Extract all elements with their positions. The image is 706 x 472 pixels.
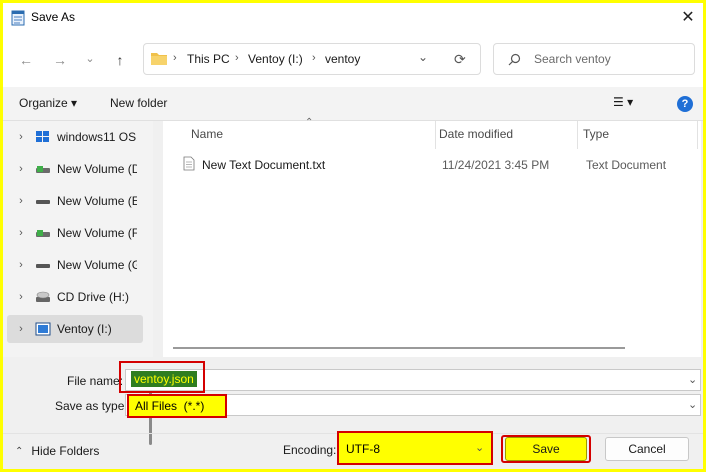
sort-indicator-icon: ⌃ xyxy=(305,117,314,128)
column-header-date-modified[interactable]: Date modified xyxy=(439,127,513,141)
arrow-up-icon: ↑ xyxy=(116,52,124,68)
nav-item-label: windows11 OS xyxy=(57,130,137,144)
chevron-up-icon: ⌃ xyxy=(15,445,24,457)
volume-icon xyxy=(36,230,50,237)
address-bar[interactable]: › This PC › Ventoy (I:) › ventoy ⌄ ⟳ xyxy=(143,43,481,75)
file-name-label: File name: xyxy=(67,374,124,388)
nav-item-ventoy-i[interactable]: › Ventoy (I:) xyxy=(7,315,143,343)
column-divider[interactable] xyxy=(435,121,436,149)
volume-icon xyxy=(36,264,50,268)
nav-item-label: Ventoy (I:) xyxy=(57,322,112,336)
breadcrumb-ventoy-drive[interactable]: Ventoy (I:) xyxy=(248,52,303,66)
nav-item-label: New Volume (G:) xyxy=(57,258,137,272)
forward-button[interactable]: → xyxy=(49,49,71,71)
windows-drive-icon xyxy=(36,131,49,142)
search-placeholder: Search ventoy xyxy=(534,52,611,66)
file-date-cell: 11/24/2021 3:45 PM xyxy=(442,158,550,172)
hide-folders-toggle[interactable]: ⌃ Hide Folders xyxy=(15,444,99,458)
breadcrumb-this-pc[interactable]: This PC xyxy=(187,52,230,66)
back-button[interactable]: ← xyxy=(15,49,37,71)
save-as-type-label: Save as type: xyxy=(55,399,128,413)
chevron-right-icon[interactable]: › xyxy=(7,131,35,143)
nav-item-label: New Volume (F:) xyxy=(57,226,137,240)
save-as-type-value[interactable]: All Files (*.*) xyxy=(135,399,204,413)
nav-item-label: CD Drive (H:) xyxy=(57,290,129,304)
address-dropdown-icon[interactable]: ⌄ xyxy=(418,50,428,64)
column-header-type[interactable]: Type xyxy=(583,127,609,141)
notepad-icon xyxy=(11,10,25,26)
help-button[interactable]: ? xyxy=(677,96,693,112)
close-icon: ✕ xyxy=(681,9,695,26)
chevron-down-icon: ⌄ xyxy=(85,52,95,65)
file-type-cell: Text Document xyxy=(586,158,667,172)
save-as-type-highlight: All Files (*.*) xyxy=(127,394,227,418)
search-box[interactable]: Search ventoy xyxy=(493,43,695,75)
text-file-icon xyxy=(183,156,195,171)
column-divider[interactable] xyxy=(697,121,698,149)
folder-icon xyxy=(151,53,167,65)
nav-item-volume-e[interactable]: › New Volume (E:) xyxy=(7,187,143,215)
navigation-pane: › windows11 OS › New Volume (D:) › New V… xyxy=(3,121,153,445)
breadcrumb-separator: › xyxy=(235,52,239,64)
encoding-combobox[interactable]: UTF-8 ⌄ xyxy=(337,431,493,465)
encoding-value: UTF-8 xyxy=(346,442,380,456)
refresh-icon[interactable]: ⟳ xyxy=(454,51,466,68)
chevron-right-icon[interactable]: › xyxy=(7,227,35,239)
up-button[interactable]: ↑ xyxy=(109,49,131,71)
volume-icon xyxy=(36,200,50,204)
save-button[interactable]: Save xyxy=(505,437,587,461)
title-bar: Save As ✕ xyxy=(3,3,703,33)
address-row: ← → ⌄ ↑ › This PC › Ventoy (I:) › ventoy… xyxy=(3,33,703,87)
chevron-down-icon: ⌄ xyxy=(475,442,485,454)
chevron-down-icon[interactable]: ⌄ xyxy=(688,373,697,386)
column-header-name[interactable]: Name xyxy=(191,127,223,141)
nav-item-windows11-os[interactable]: › windows11 OS xyxy=(7,123,143,151)
file-name-combobox[interactable]: ⌄ xyxy=(125,369,701,391)
breadcrumb-ventoy-folder[interactable]: ventoy xyxy=(325,52,360,66)
file-list: ⌃ Name Date modified Type New Text Docum… xyxy=(163,117,701,357)
chevron-right-icon[interactable]: › xyxy=(7,195,35,207)
cancel-button[interactable]: Cancel xyxy=(605,437,689,461)
chevron-down-icon[interactable]: ⌄ xyxy=(688,398,697,411)
arrow-right-icon: → xyxy=(53,52,67,68)
close-button[interactable]: ✕ xyxy=(675,5,701,29)
nav-item-volume-f[interactable]: › New Volume (F:) xyxy=(7,219,143,247)
nav-item-label: New Volume (D:) xyxy=(57,162,137,176)
command-bar: Organize ▾ New folder ☰ ▾ ? xyxy=(3,87,703,121)
search-icon xyxy=(508,53,521,66)
save-as-dialog: Save As ✕ ← → ⌄ ↑ › This PC › Ventoy (I:… xyxy=(0,0,706,472)
file-name-input[interactable]: ventoy.json xyxy=(131,371,197,387)
usb-drive-icon xyxy=(35,322,51,336)
encoding-label: Encoding: xyxy=(283,443,337,457)
save-button-label: Save xyxy=(532,442,560,456)
chevron-right-icon[interactable]: › xyxy=(7,163,35,175)
chevron-right-icon[interactable]: › xyxy=(7,259,35,271)
new-folder-button[interactable]: New folder xyxy=(110,96,167,110)
cd-drive-icon xyxy=(36,291,50,302)
window-title: Save As xyxy=(31,10,76,24)
view-options-icon[interactable]: ☰ ▾ xyxy=(613,95,633,109)
hide-folders-label: Hide Folders xyxy=(31,444,100,458)
volume-icon xyxy=(36,166,50,173)
file-name-cell[interactable]: New Text Document.txt xyxy=(202,158,325,172)
recent-locations-button[interactable]: ⌄ xyxy=(79,47,101,69)
cancel-button-label: Cancel xyxy=(628,442,666,456)
column-divider[interactable] xyxy=(577,121,578,149)
arrow-left-icon: ← xyxy=(19,52,33,68)
help-icon: ? xyxy=(681,98,689,110)
nav-item-volume-g[interactable]: › New Volume (G:) xyxy=(7,251,143,279)
nav-item-cd-drive-h[interactable]: › CD Drive (H:) xyxy=(7,283,143,311)
chevron-right-icon[interactable]: › xyxy=(7,323,35,335)
nav-item-label: New Volume (E:) xyxy=(57,194,137,208)
breadcrumb-separator: › xyxy=(173,52,177,64)
horizontal-scrollbar[interactable] xyxy=(173,347,625,349)
breadcrumb-separator: › xyxy=(312,52,316,64)
organize-menu[interactable]: Organize ▾ xyxy=(19,96,77,110)
chevron-right-icon[interactable]: › xyxy=(7,291,35,303)
nav-item-volume-d[interactable]: › New Volume (D:) xyxy=(7,155,143,183)
